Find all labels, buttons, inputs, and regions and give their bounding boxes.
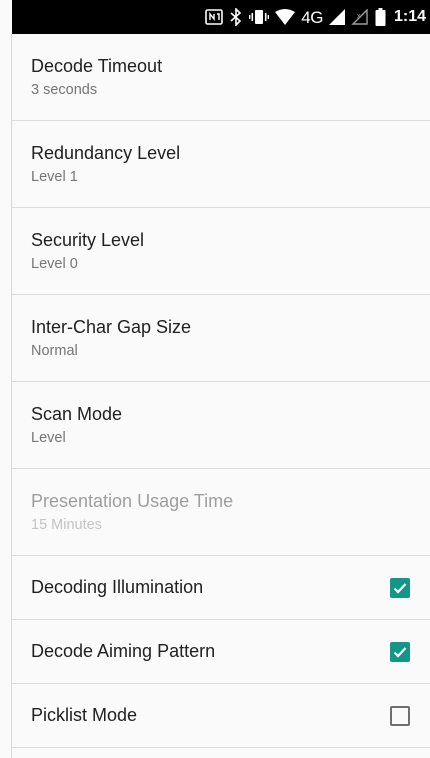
setting-summary: Level xyxy=(31,430,66,446)
vibrate-icon xyxy=(249,9,270,25)
setting-summary: 3 seconds xyxy=(31,82,98,98)
setting-scan-mode[interactable]: Scan Mode Level xyxy=(12,382,430,469)
setting-title: Redundancy Level xyxy=(31,143,181,163)
toggle-decode-aiming-pattern[interactable]: Decode Aiming Pattern xyxy=(12,620,430,684)
network-type-label: 4G xyxy=(301,7,323,27)
setting-summary: Level 0 xyxy=(31,256,78,272)
svg-text:x: x xyxy=(357,13,361,20)
checkmark-icon xyxy=(393,646,407,658)
battery-icon xyxy=(375,8,386,26)
setting-inter-char-gap-size[interactable]: Inter-Char Gap Size Normal xyxy=(12,295,430,382)
toggle-title: Decode Aiming Pattern xyxy=(31,641,216,661)
toggle-title: Decoding Illumination xyxy=(31,577,204,597)
setting-title: Scan Mode xyxy=(31,404,123,424)
toggle-picklist-mode[interactable]: Picklist Mode xyxy=(12,684,430,748)
clock-time: 1:14 xyxy=(393,8,426,25)
setting-summary: Level 1 xyxy=(31,169,78,185)
bluetooth-icon xyxy=(229,8,243,26)
setting-title: Security Level xyxy=(31,230,145,250)
setting-decode-timeout[interactable]: Decode Timeout 3 seconds xyxy=(12,34,430,121)
setting-title: Inter-Char Gap Size xyxy=(31,317,192,337)
setting-presentation-usage-time: Presentation Usage Time 15 Minutes xyxy=(12,469,430,556)
checkmark-icon xyxy=(393,582,407,594)
settings-list: Decode Timeout 3 seconds Redundancy Leve… xyxy=(12,34,430,748)
setting-title: Decode Timeout xyxy=(31,56,163,76)
decode-aiming-pattern-checkbox[interactable] xyxy=(390,641,410,662)
toggle-title: Picklist Mode xyxy=(31,705,138,725)
wifi-icon xyxy=(275,9,296,25)
setting-summary: Normal xyxy=(31,343,78,359)
nfc-icon xyxy=(205,9,224,25)
picklist-mode-checkbox[interactable] xyxy=(390,705,410,726)
toggle-decoding-illumination[interactable]: Decoding Illumination xyxy=(12,556,430,620)
setting-security-level[interactable]: Security Level Level 0 xyxy=(12,208,430,295)
decoding-illumination-checkbox[interactable] xyxy=(390,577,410,598)
status-bar: 4G x 1:14 xyxy=(12,0,430,34)
setting-redundancy-level[interactable]: Redundancy Level Level 1 xyxy=(12,121,430,208)
setting-summary: 15 Minutes xyxy=(31,517,102,533)
signal-icon xyxy=(328,9,345,25)
setting-title: Presentation Usage Time xyxy=(31,491,234,511)
settings-screen: 4G x 1:14 Decode Timeout 3 seconds Redun… xyxy=(0,0,430,758)
no-sim-icon: x xyxy=(351,9,369,25)
